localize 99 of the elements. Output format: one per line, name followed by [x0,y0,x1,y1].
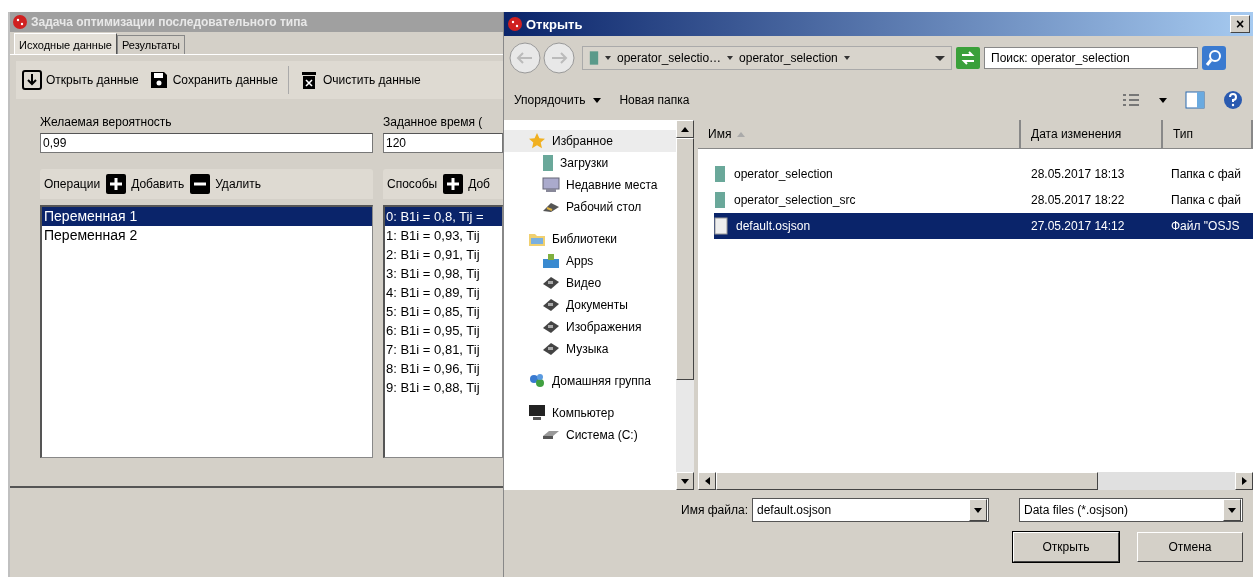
nav-item[interactable]: Домашняя группа [504,370,676,392]
address-bar[interactable]: operator_selectio… operator_selection [582,46,952,70]
list-item[interactable]: 3: B1i = 0,98, Tij [385,264,502,283]
breadcrumb[interactable]: operator_selection [739,51,838,65]
plus-icon [106,174,127,194]
nav-item[interactable]: Рабочий стол [504,196,676,218]
nav-item[interactable]: Недавние места [504,174,676,196]
list-item[interactable]: 5: B1i = 0,85, Tij [385,302,502,321]
toolbar-button[interactable]: Очистить данные [298,70,421,90]
nav-item[interactable]: Документы [504,294,676,316]
field-label: Желаемая вероятность [40,115,173,131]
nav-item[interactable]: Библиотеки [504,228,676,250]
close-button[interactable]: × [1230,15,1250,33]
view-list-icon[interactable] [1121,92,1141,108]
folder-icon [714,191,726,209]
caret-icon [727,56,734,60]
computer-icon [528,404,546,422]
list-item[interactable]: 9: B1i = 0,88, Tij [385,378,502,397]
search-field[interactable]: Поиск: operator_selection [984,47,1198,69]
file-row[interactable]: operator_selection 28.05.2017 18:13 Папка с фай [714,161,1253,187]
library-icon [542,275,560,291]
organize-button[interactable]: Упорядочить [514,93,602,107]
column-header[interactable]: Тип [1163,120,1253,148]
folder-icon [714,165,726,183]
library-icon [542,297,560,313]
toolbar-button[interactable]: Открыть данные [22,70,139,90]
panel-title: Операции [44,177,101,191]
nav-item[interactable]: Видео [504,272,676,294]
open-button[interactable]: Открыть [1013,532,1119,562]
toolbar-button[interactable]: Сохранить данные [148,70,278,90]
nav-item[interactable]: Избранное [504,130,676,152]
refresh-icon[interactable] [956,47,980,69]
cancel-button[interactable]: Отмена [1137,532,1243,562]
desktop-icon [542,201,560,213]
recent-places-icon [542,177,560,193]
add-button[interactable]: Доб [443,174,490,194]
field-label: Имя файла: [681,503,748,517]
tab[interactable]: Результаты [116,35,185,54]
dropdown-caret-icon[interactable] [935,55,945,61]
input-field[interactable]: 120 [383,133,503,153]
back-forward-icon [508,41,578,75]
nav-item[interactable]: Apps [504,250,676,272]
column-header[interactable]: Имя [698,120,1021,148]
scrollbar[interactable] [676,120,694,490]
add-button[interactable]: Добавить [106,174,185,194]
sort-arrow-icon [737,131,746,137]
folder-icon [542,154,554,172]
caret-icon [605,56,611,60]
scroll-thumb[interactable] [716,472,1098,490]
import-icon [22,70,42,90]
save-icon [148,70,169,90]
field-label: Заданное время ( [383,115,484,131]
input-field[interactable]: 0,99 [40,133,373,153]
drive-icon [542,430,560,440]
list-item[interactable]: Переменная 2 [42,226,372,245]
nav-item[interactable]: Музыка [504,338,676,360]
network-icon [528,372,546,390]
list-item[interactable]: 0: B1i = 0,8, Tij = [385,207,502,226]
tab[interactable]: Исходные данные [14,33,117,54]
column-header[interactable]: Дата изменения [1021,120,1163,148]
file-row[interactable]: operator_selection_src 28.05.2017 18:22 Папка с фай [714,187,1253,213]
filename-field[interactable]: default.osjson [752,498,989,522]
list-item[interactable]: 8: B1i = 0,96, Tij [385,359,502,378]
scrollbar[interactable] [698,472,1253,490]
dice-icon [12,14,28,30]
library-icon [542,319,560,335]
star-icon [528,132,546,150]
nav-item[interactable]: Система (C:) [504,424,676,446]
list-item[interactable]: 6: B1i = 0,95, Tij [385,321,502,340]
dialog-title: Открыть [526,16,584,32]
nav-item[interactable]: Компьютер [504,402,676,424]
list-item[interactable]: Переменная 1 [42,207,372,226]
folder-icon [589,49,599,67]
new-folder-button[interactable]: Новая папка [619,93,690,107]
breadcrumb[interactable]: operator_selectio… [617,51,722,65]
help-icon[interactable] [1223,90,1243,110]
search-icon[interactable] [1202,46,1226,70]
list-item[interactable]: 2: B1i = 0,91, Tij [385,245,502,264]
list-item[interactable]: 7: B1i = 0,81, Tij [385,340,502,359]
file-row[interactable]: default.osjson 27.05.2017 14:12 Файл "OSJS [714,213,1253,239]
preview-pane-icon[interactable] [1185,91,1205,109]
scroll-thumb[interactable] [676,138,694,380]
minus-icon [190,174,211,194]
caret-icon [843,56,850,60]
folder-icon [528,231,546,247]
file-icon [714,217,728,235]
caret-icon[interactable] [1159,97,1167,103]
panel-title: Способы [387,177,438,191]
plus-icon [443,174,464,194]
window-title: Задача оптимизации последовательного типа [31,15,308,29]
apps-icon [542,253,560,269]
list-item[interactable]: 4: B1i = 0,89, Tij [385,283,502,302]
list-item[interactable]: 1: B1i = 0,93, Tij [385,226,502,245]
nav-item[interactable]: Изображения [504,316,676,338]
file-type-dropdown[interactable]: Data files (*.osjson) [1019,498,1243,522]
remove-button[interactable]: Удалить [190,174,261,194]
library-icon [542,341,560,357]
dice-icon [507,16,523,32]
nav-item[interactable]: Загрузки [504,152,676,174]
